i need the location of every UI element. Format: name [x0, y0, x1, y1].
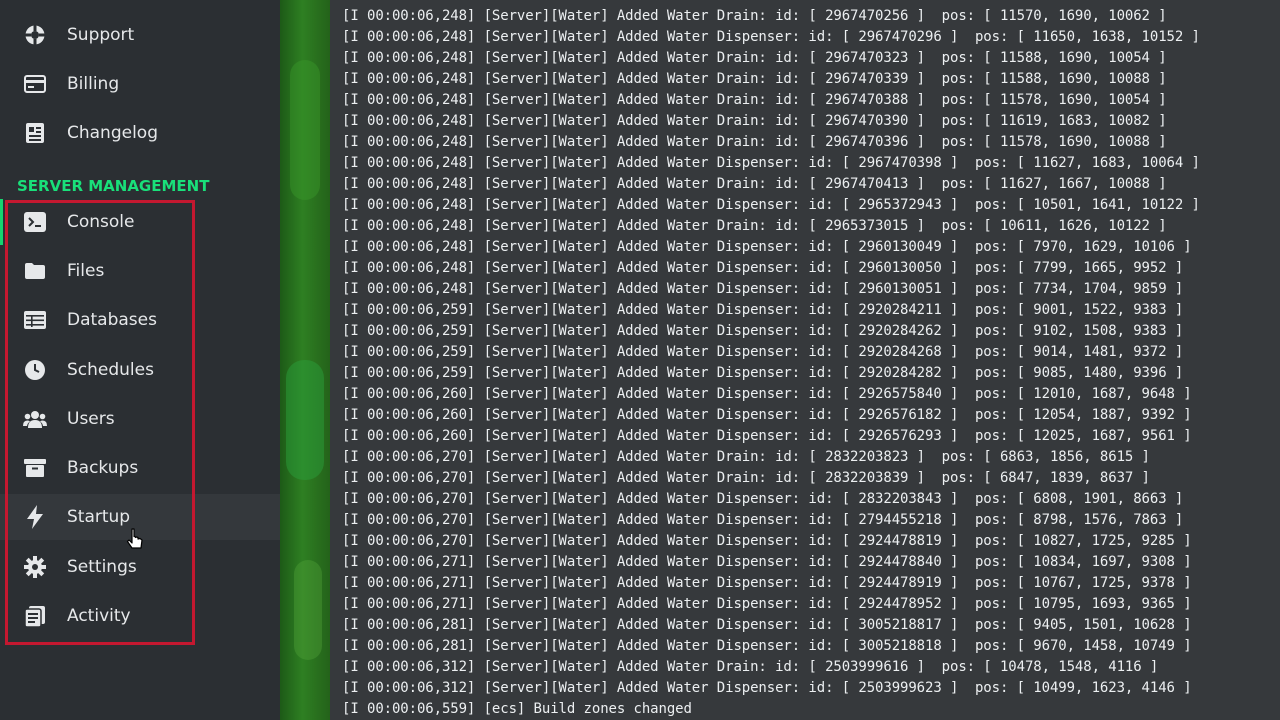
- sidebar-item-label: Users: [67, 409, 115, 429]
- console-log-line: [I 00:00:06,260] [Server][Water] Added W…: [342, 386, 1192, 402]
- sidebar-item-label: Billing: [67, 74, 120, 94]
- console-log-line: [I 00:00:06,281] [Server][Water] Added W…: [342, 617, 1192, 633]
- console-log-line: [I 00:00:06,248] [Server][Water] Added W…: [342, 260, 1184, 276]
- support-icon: [23, 24, 47, 46]
- console-log-line: [I 00:00:06,260] [Server][Water] Added W…: [342, 407, 1192, 423]
- console-log-line: [I 00:00:06,248] [Server][Water] Added W…: [342, 239, 1192, 255]
- console-log-line: [I 00:00:06,248] [Server][Water] Added W…: [342, 29, 1200, 45]
- console-log-line: [I 00:00:06,248] [Server][Water] Added W…: [342, 197, 1200, 213]
- console-log-line: [I 00:00:06,248] [Server][Water] Added W…: [342, 50, 1167, 66]
- sidebar-item-label: Support: [67, 25, 135, 45]
- console-log-line: [I 00:00:06,248] [Server][Water] Added W…: [342, 8, 1167, 24]
- sidebar-item-users[interactable]: Users: [0, 396, 280, 442]
- sidebar-item-label: Changelog: [67, 123, 159, 143]
- folder-icon: [23, 260, 47, 282]
- clock-icon: [23, 359, 47, 381]
- sidebar-item-label: Backups: [67, 458, 139, 478]
- console-log-line: [I 00:00:06,248] [Server][Water] Added W…: [342, 218, 1167, 234]
- console-log-line: [I 00:00:06,270] [Server][Water] Added W…: [342, 533, 1192, 549]
- sidebar-item-label: Activity: [67, 606, 131, 626]
- console-log-line: [I 00:00:06,248] [Server][Water] Added W…: [342, 92, 1167, 108]
- changelog-icon: [23, 122, 47, 144]
- console-log-line: [I 00:00:06,259] [Server][Water] Added W…: [342, 323, 1184, 339]
- section-title-server-management: SERVER MANAGEMENT: [17, 177, 210, 195]
- sidebar-item-billing[interactable]: Billing: [0, 61, 280, 107]
- sidebar-item-changelog[interactable]: Changelog: [0, 110, 280, 156]
- console-log-line: [I 00:00:06,248] [Server][Water] Added W…: [342, 155, 1200, 171]
- mouse-pointer-icon: [126, 528, 143, 549]
- console-log-line: [I 00:00:06,312] [Server][Water] Added W…: [342, 680, 1192, 696]
- database-icon: [23, 309, 47, 331]
- console-log-line: [I 00:00:06,271] [Server][Water] Added W…: [342, 554, 1192, 570]
- console-log-line: [I 00:00:06,270] [Server][Water] Added W…: [342, 470, 1150, 486]
- console-log-line: [I 00:00:06,270] [Server][Water] Added W…: [342, 449, 1150, 465]
- billing-icon: [23, 73, 47, 95]
- console-icon: [23, 211, 47, 233]
- console-log-line: [I 00:00:06,271] [Server][Water] Added W…: [342, 596, 1192, 612]
- sidebar-item-label: Files: [67, 261, 105, 281]
- console-log-line: [I 00:00:06,248] [Server][Water] Added W…: [342, 281, 1184, 297]
- console-log-line: [I 00:00:06,248] [Server][Water] Added W…: [342, 71, 1167, 87]
- sidebar-item-schedules[interactable]: Schedules: [0, 347, 280, 393]
- gear-icon: [23, 556, 47, 578]
- sidebar-item-databases[interactable]: Databases: [0, 297, 280, 343]
- console-log-line: [I 00:00:06,248] [Server][Water] Added W…: [342, 113, 1167, 129]
- console-log-line: [I 00:00:06,281] [Server][Water] Added W…: [342, 638, 1192, 654]
- console-log-line: [I 00:00:06,248] [Server][Water] Added W…: [342, 134, 1167, 150]
- console-log-line: [I 00:00:06,312] [Server][Water] Added W…: [342, 659, 1159, 675]
- console-log-line: [I 00:00:06,559] [ecs] Build zones chang…: [342, 701, 692, 717]
- sidebar-item-label: Databases: [67, 310, 157, 330]
- console-log-line: [I 00:00:06,259] [Server][Water] Added W…: [342, 302, 1184, 318]
- sidebar-item-activity[interactable]: Activity: [0, 593, 280, 639]
- sidebar-item-label: Startup: [67, 507, 131, 527]
- archive-icon: [23, 457, 47, 479]
- sidebar-item-console[interactable]: Console: [0, 199, 280, 245]
- console-log-line: [I 00:00:06,270] [Server][Water] Added W…: [342, 491, 1184, 507]
- sidebar-item-files[interactable]: Files: [0, 248, 280, 294]
- sidebar-item-label: Schedules: [67, 360, 154, 380]
- console-log-line: [I 00:00:06,248] [Server][Water] Added W…: [342, 176, 1167, 192]
- console-log-line: [I 00:00:06,259] [Server][Water] Added W…: [342, 365, 1184, 381]
- console-log-line: [I 00:00:06,260] [Server][Water] Added W…: [342, 428, 1192, 444]
- background-image-strip: [280, 0, 330, 720]
- active-indicator: [0, 199, 3, 245]
- console-log-line: [I 00:00:06,259] [Server][Water] Added W…: [342, 344, 1184, 360]
- console-log-line: [I 00:00:06,271] [Server][Water] Added W…: [342, 575, 1192, 591]
- lightning-icon: [23, 505, 47, 529]
- users-icon: [23, 408, 47, 430]
- sidebar: Support Billing Changelog SERVER MANAGEMEN…: [0, 0, 280, 720]
- sidebar-item-backups[interactable]: Backups: [0, 445, 280, 491]
- console-output[interactable]: [I 00:00:06,248] [Server][Water] Added W…: [330, 0, 1280, 720]
- sidebar-item-support[interactable]: Support: [0, 12, 280, 58]
- activity-icon: [23, 605, 47, 627]
- console-log-line: [I 00:00:06,270] [Server][Water] Added W…: [342, 512, 1184, 528]
- sidebar-item-label: Console: [67, 212, 135, 232]
